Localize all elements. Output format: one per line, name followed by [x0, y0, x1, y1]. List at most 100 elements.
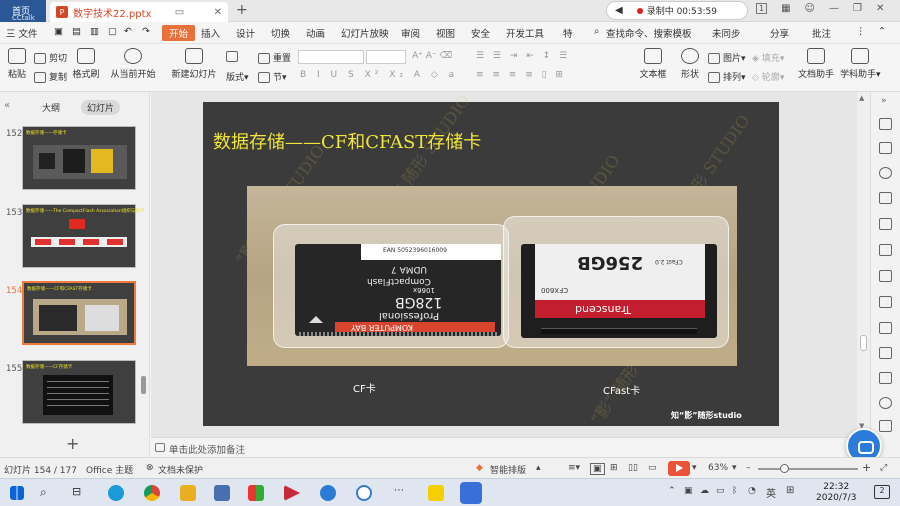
grid-view-icon[interactable]: ▦ [781, 3, 790, 14]
slide-thumbnail-152[interactable]: 数据存储——存储卡 [22, 126, 136, 190]
store-icon[interactable] [214, 485, 230, 501]
caption-cfast-card[interactable]: CFast卡 [603, 382, 640, 397]
rail-image-icon[interactable] [879, 372, 892, 384]
doc-assistant-button[interactable]: 文档助手 [796, 48, 836, 80]
notes-pane[interactable]: 单击此处添加备注 [151, 437, 857, 457]
menu-insert[interactable]: 插入 [201, 26, 220, 40]
rail-help-icon[interactable] [879, 420, 892, 432]
cut-button[interactable]: 剪切 [34, 51, 67, 64]
rail-document-icon[interactable] [879, 296, 892, 308]
play-options-icon[interactable]: ▾ [692, 463, 697, 473]
tray-network-icon[interactable]: ◔ [748, 486, 756, 496]
font-name-select[interactable] [298, 50, 364, 64]
more-menu-icon[interactable]: ⋮ [856, 26, 866, 37]
caption-cf-card[interactable]: CF卡 [353, 380, 376, 395]
menu-slideshow[interactable]: 幻灯片放映 [341, 26, 389, 40]
menu-review[interactable]: 审阅 [401, 26, 420, 40]
paste-button[interactable]: 粘贴 [4, 48, 30, 80]
command-search[interactable]: 查找命令、搜索模板 [606, 26, 692, 40]
menu-developer[interactable]: 开发工具 [506, 26, 544, 40]
sync-status[interactable]: 未同步 [712, 26, 741, 40]
font-size-select[interactable] [366, 50, 406, 64]
rail-table-icon[interactable] [879, 347, 892, 359]
rail-copy-icon[interactable] [879, 142, 892, 154]
tab-slides[interactable]: 幻灯片 [81, 100, 121, 115]
tab-monitor-icon[interactable]: ▭ [175, 7, 184, 18]
menu-transition[interactable]: 切换 [271, 26, 290, 40]
edge-browser-icon[interactable] [108, 485, 124, 501]
search-taskbar-icon[interactable]: ⌕ [40, 485, 56, 501]
sorter-view-icon[interactable]: ⊞ [610, 463, 618, 473]
home-tab[interactable]: 首页 CCtalk [0, 0, 46, 22]
maximize-icon[interactable]: ❐ [853, 3, 862, 14]
add-slide-plus-icon[interactable]: + [66, 434, 79, 453]
format-painter-button[interactable]: 格式刷 [72, 48, 100, 80]
ime-icon[interactable]: ⊞ [786, 485, 794, 496]
app-icon-5[interactable]: ⋯ [394, 485, 410, 501]
document-tab[interactable]: P 数字技术22.pptx ▭ ✕ [50, 2, 228, 22]
tray-up-icon[interactable]: ⌃ [668, 486, 676, 496]
reading-view-icon[interactable]: ▯▯ [628, 463, 638, 473]
wps-app-icon[interactable] [460, 482, 482, 504]
fit-window-icon[interactable]: ⤢ [880, 463, 887, 473]
fill-button[interactable]: ◈ 填充▾ [752, 51, 784, 64]
close-window-icon[interactable]: ✕ [876, 3, 884, 14]
rail-share-icon[interactable] [879, 322, 892, 334]
tray-app-icon[interactable]: ▣ [684, 486, 693, 496]
subject-assistant-button[interactable]: 学科助手▾ [840, 48, 881, 80]
font-style-buttons[interactable]: B I U S X² X₂ A ◇ a [300, 70, 458, 80]
start-menu-icon[interactable] [10, 486, 24, 500]
zoom-out-icon[interactable]: – [746, 463, 751, 473]
smart-layout-arrow-icon[interactable]: ▴ [536, 463, 541, 473]
current-slide[interactable]: “影” 随形 STUDIO “影” 随形 STUDIO “影” 随形 STUDI… [203, 91, 779, 428]
menu-redo-icon[interactable]: ↷ [142, 26, 150, 37]
panel-scrollbar[interactable] [141, 376, 146, 394]
comment-button[interactable]: 批注 [812, 26, 831, 40]
menu-security[interactable]: 安全 [471, 26, 490, 40]
search-icon[interactable]: ⌕ [594, 26, 599, 37]
play-slideshow-button[interactable] [668, 461, 690, 476]
alignment-tools[interactable]: ≡ ≡ ≡ ≡ ▯ ⊞ [476, 70, 566, 80]
reset-button[interactable]: 重置 [258, 51, 291, 64]
collapse-ribbon-icon[interactable]: ⌃ [878, 26, 886, 37]
tab-outline[interactable]: 大纲 [42, 101, 60, 114]
menu-design[interactable]: 设计 [236, 26, 255, 40]
zoom-percent[interactable]: 63% [708, 463, 728, 473]
menu-special[interactable]: 特 [563, 26, 573, 40]
menu-undo-icon[interactable]: ↶ [124, 26, 132, 37]
notification-center-icon[interactable]: 2 [874, 485, 890, 499]
textbox-button[interactable]: 文本框 [636, 48, 670, 80]
rail-chart-icon[interactable] [879, 244, 892, 256]
layout-preview-icon[interactable] [226, 51, 241, 62]
smart-layout-button[interactable]: 智能排版 [490, 463, 526, 476]
zoom-slider-track[interactable] [758, 468, 858, 470]
theme-name[interactable]: Office 主题 [86, 463, 133, 476]
memory-cards-photo[interactable]: EAN 5052396016009 UDMA 7 CompactFlash 10… [247, 186, 737, 366]
input-language[interactable]: 英 [766, 485, 776, 500]
paragraph-tools[interactable]: ☰ ☰ ⇥ ⇤ ↕ ☰ [476, 51, 570, 61]
slideshow-mode-icon[interactable]: ▭ [648, 463, 657, 473]
canvas-scrollbar[interactable]: ▲ ▼ [857, 92, 870, 457]
task-view-icon[interactable]: ⊟ [72, 485, 88, 501]
tray-bluetooth-icon[interactable]: ᛒ [732, 486, 737, 496]
app-icon-4[interactable] [356, 485, 372, 501]
layout-button[interactable]: 版式▾ [226, 70, 249, 83]
play-from-current-button[interactable]: 从当前开始 [108, 48, 158, 80]
app-icon-3[interactable] [320, 485, 336, 501]
user-icon[interactable]: ☺ [805, 3, 815, 14]
system-clock[interactable]: 22:32 2020/7/3 [816, 482, 856, 504]
rail-shape-icon[interactable] [879, 167, 892, 179]
file-explorer-icon[interactable] [180, 485, 196, 501]
notes-toggle-icon[interactable]: ≡▾ [568, 463, 580, 473]
rail-fill-icon[interactable] [879, 192, 892, 204]
share-button[interactable]: 分享 [770, 26, 789, 40]
app-icon-6[interactable] [428, 485, 444, 501]
menu-file[interactable]: 三 文件 [6, 26, 38, 40]
page-indicator[interactable]: 1 [756, 3, 768, 14]
shape-button[interactable]: 形状 [676, 48, 704, 80]
rail-audio-icon[interactable] [879, 397, 892, 409]
arrange-button[interactable]: 排列▾ [708, 70, 746, 83]
tab-close-icon[interactable]: ✕ [214, 7, 222, 18]
recording-indicator[interactable]: ◀ 录制中 00:53:59 [606, 1, 748, 20]
collapse-panel-icon[interactable]: « [4, 100, 10, 111]
